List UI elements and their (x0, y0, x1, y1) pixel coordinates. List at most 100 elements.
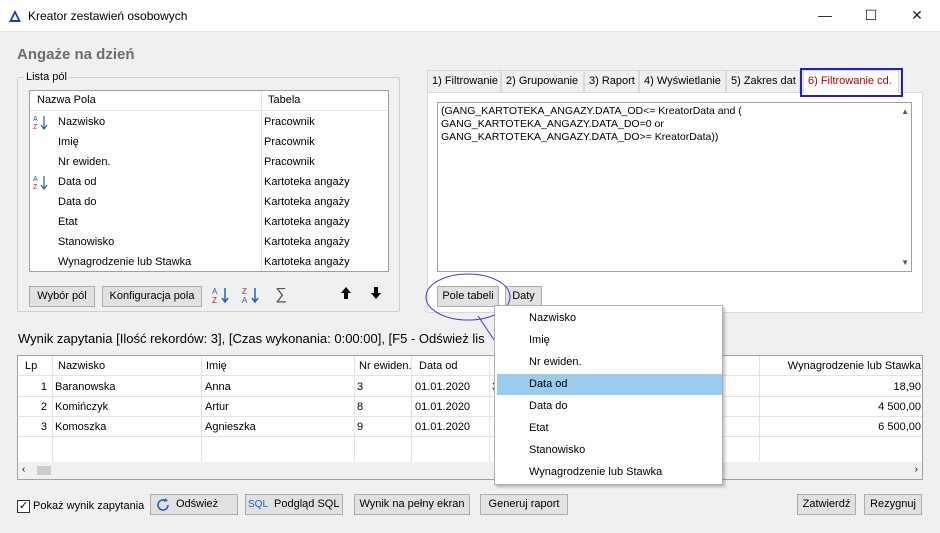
dropdown-item[interactable]: Etat (497, 418, 722, 439)
field-name: Stanowisko (58, 236, 115, 248)
svg-text:A: A (212, 287, 218, 296)
title-bar: Kreator zestawień osobowych — ☐ ✕ (0, 0, 940, 32)
field-name: Data do (58, 196, 97, 208)
dropdown-item[interactable]: Stanowisko (497, 440, 722, 461)
field-row[interactable]: A Z Nazwisko Pracownik (30, 112, 388, 132)
cell-date-from: 01.01.2020 (415, 381, 471, 393)
field-row[interactable]: Etat Kartoteka angaży (30, 212, 388, 232)
cell-surname: Baranowska (55, 381, 116, 393)
fullscreen-result-button[interactable]: Wynik na pełny ekran (354, 494, 470, 515)
dropdown-item[interactable]: Nazwisko (497, 308, 722, 329)
configure-field-button[interactable]: Konfiguracja pola (102, 286, 202, 307)
field-row[interactable]: A Z Data od Kartoteka angaży (30, 172, 388, 192)
field-row[interactable]: Data do Kartoteka angaży (30, 192, 388, 212)
table-fields-dropdown[interactable]: Nazwisko Imię Nr ewiden. Data od Data do Etat… (494, 305, 723, 485)
fields-group-label: Lista pól (24, 71, 69, 83)
dates-button[interactable]: Daty (505, 286, 542, 307)
scroll-right-icon[interactable]: › (915, 464, 918, 475)
tab-display[interactable]: 4) Wyświetlanie (639, 70, 726, 92)
field-table: Kartoteka angaży (264, 196, 350, 208)
scroll-down-icon[interactable]: ▼ (901, 258, 909, 267)
app-logo-icon (9, 10, 21, 22)
dropdown-item[interactable]: Imię (497, 330, 722, 351)
field-table: Kartoteka angaży (264, 256, 350, 268)
show-result-checkbox[interactable]: ✓ (17, 500, 30, 513)
column-header-salary[interactable]: Wynagrodzenie lub Stawka (788, 360, 921, 372)
sort-descending-icon[interactable]: Z A (240, 286, 262, 306)
svg-text:Z: Z (33, 184, 38, 190)
dropdown-item[interactable]: Data do (497, 396, 722, 417)
minimize-button[interactable]: — (802, 0, 848, 32)
cell-surname: Komoszka (55, 421, 107, 433)
tab-filtering[interactable]: 1) Filtrowanie (427, 70, 501, 92)
sql-preview-label: Podgląd SQL (274, 498, 340, 510)
dropdown-item[interactable]: Data od (497, 374, 722, 395)
generate-report-button[interactable]: Generuj raport (480, 494, 568, 515)
fields-list[interactable]: Nazwa Pola Tabela A Z Nazwisko Pracownik Imi… (29, 90, 389, 272)
table-row[interactable]: 3 Komoszka Agnieszka 9 01.01.2020 6 500,00 (18, 417, 922, 437)
cell-salary: 6 500,00 (878, 421, 921, 433)
refresh-label: Odśwież (176, 498, 219, 510)
column-header-field-name[interactable]: Nazwa Pola (37, 94, 96, 106)
field-name: Nazwisko (58, 116, 106, 128)
result-grid[interactable]: Lp Nazwisko Imię Nr ewiden. Data od Wyna… (17, 355, 923, 480)
tab-grouping[interactable]: 2) Grupowanie (501, 70, 584, 92)
table-row[interactable]: 1BaranowskaAnna301.01.2020318,90 (18, 377, 922, 397)
sort-ascending-icon: AZ (33, 174, 51, 191)
cell-registry-number: 3 (357, 381, 364, 393)
maximize-button[interactable]: ☐ (848, 0, 894, 32)
column-header-table[interactable]: Tabela (268, 94, 300, 106)
page-title: Angaże na dzień (17, 46, 135, 63)
cell-lp: 2 (40, 401, 47, 413)
window-title: Kreator zestawień osobowych (28, 9, 188, 23)
cell-first-name: Artur (205, 401, 229, 413)
result-grid-header: Lp Nazwisko Imię Nr ewiden. Data od Wyna… (18, 356, 922, 376)
select-fields-button[interactable]: Wybór pól (29, 286, 95, 307)
scroll-left-icon[interactable]: ‹ (22, 464, 25, 475)
field-table: Pracownik (264, 116, 315, 128)
field-row[interactable]: Stanowisko Kartoteka angaży (30, 232, 388, 252)
tab-report[interactable]: 3) Raport (584, 70, 639, 92)
svg-text:A: A (33, 176, 38, 183)
horizontal-scrollbar[interactable]: ‹ › (18, 462, 922, 479)
field-row[interactable]: Imię Pracownik (30, 132, 388, 152)
cell-lp: 3 (40, 421, 47, 433)
cancel-button[interactable]: Rezygnuj (864, 494, 922, 515)
table-row[interactable]: 2 Komińczyk Artur 8 01.01.2020 4 500,00 (18, 397, 922, 417)
confirm-button[interactable]: Zatwierdź (797, 494, 856, 515)
cell-lp: 1 (40, 381, 47, 393)
field-table: Kartoteka angaży (264, 236, 350, 248)
sql-icon: SQL (248, 499, 269, 510)
svg-text:A: A (33, 116, 38, 123)
sql-filter-textarea[interactable]: (GANG_KARTOTEKA_ANGAZY.DATA_OD<= Kreator… (437, 102, 912, 272)
sum-icon[interactable]: ∑ (270, 285, 292, 305)
sql-preview-button[interactable]: SQL Podgląd SQL (245, 494, 343, 515)
column-header-first-name[interactable]: Imię (206, 360, 227, 372)
svg-text:Z: Z (33, 124, 38, 130)
field-name: Nr ewiden. (58, 156, 111, 168)
fields-list-header: Nazwa Pola Tabela (30, 91, 388, 111)
field-row[interactable]: Nr ewiden. Pracownik (30, 152, 388, 172)
close-button[interactable]: ✕ (894, 0, 940, 32)
column-header-surname[interactable]: Nazwisko (58, 360, 105, 372)
scrollbar-thumb[interactable] (37, 466, 51, 475)
move-up-icon[interactable] (335, 286, 357, 306)
tab-date-range[interactable]: 5) Zakres dat (726, 70, 800, 92)
dropdown-item[interactable]: Nr ewiden. (497, 352, 722, 373)
cell-salary: 4 500,00 (878, 401, 921, 413)
column-header-lp[interactable]: Lp (25, 360, 37, 372)
dropdown-item[interactable]: Wynagrodzenie lub Stawka (497, 462, 722, 483)
field-table: Pracownik (264, 156, 315, 168)
table-fields-button[interactable]: Pole tabeli (437, 286, 499, 307)
sort-ascending-icon: AZ (33, 114, 51, 131)
refresh-button[interactable]: Odśwież (150, 494, 238, 515)
field-row[interactable]: Wynagrodzenie lub Stawka Kartoteka angaży (30, 252, 388, 271)
column-header-date-from[interactable]: Data od (419, 360, 458, 372)
sort-ascending-icon[interactable]: A Z (210, 286, 232, 306)
scroll-up-icon[interactable]: ▲ (901, 107, 909, 116)
cell-first-name: Agnieszka (205, 421, 256, 433)
move-down-icon[interactable] (365, 286, 387, 306)
field-name: Imię (58, 136, 79, 148)
column-header-registry-number[interactable]: Nr ewiden. (359, 360, 412, 372)
svg-text:Z: Z (242, 287, 247, 296)
